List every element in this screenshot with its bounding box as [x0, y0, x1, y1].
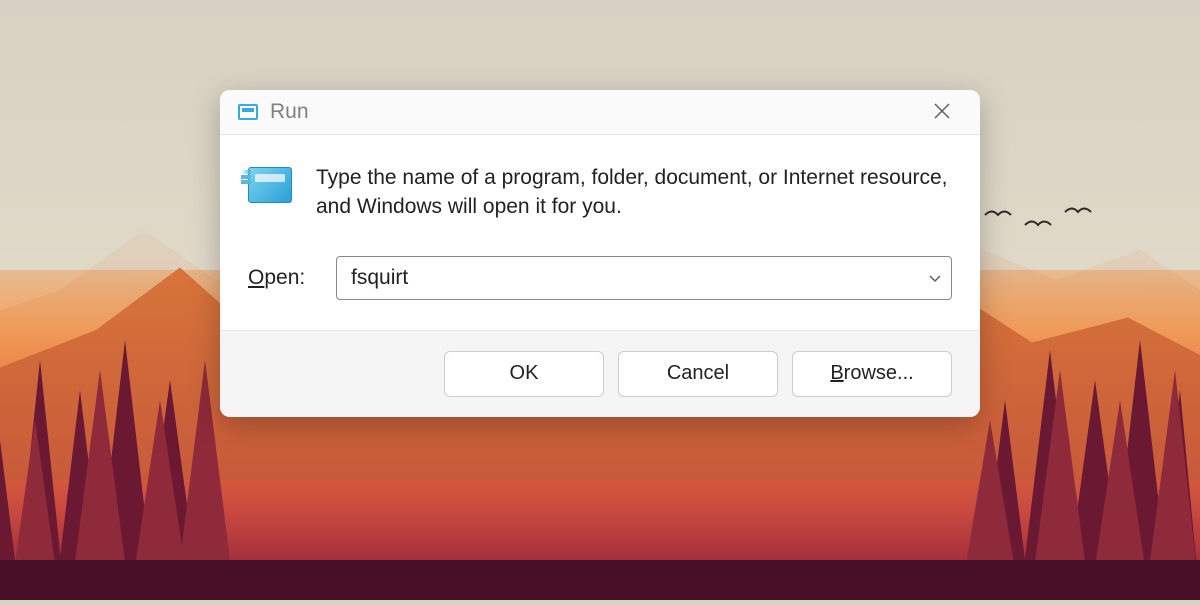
run-dialog: Run Type the name of a program, folder, …: [220, 90, 980, 417]
open-input[interactable]: [351, 266, 929, 290]
ok-button[interactable]: OK: [444, 351, 604, 397]
run-app-icon: [248, 167, 292, 203]
input-row: Open:: [248, 256, 952, 300]
close-icon: [934, 103, 950, 119]
window-title: Run: [270, 100, 309, 124]
dialog-content: Type the name of a program, folder, docu…: [220, 135, 980, 330]
description-row: Type the name of a program, folder, docu…: [248, 163, 952, 222]
open-label: Open:: [248, 266, 316, 290]
desktop-birds: [980, 200, 1100, 246]
titlebar[interactable]: Run: [220, 90, 980, 135]
close-button[interactable]: [922, 101, 962, 123]
cancel-button[interactable]: Cancel: [618, 351, 778, 397]
description-text: Type the name of a program, folder, docu…: [316, 163, 952, 222]
dialog-footer: OK Cancel Browse...: [220, 330, 980, 417]
run-title-icon: [238, 104, 258, 120]
titlebar-left: Run: [238, 100, 309, 124]
open-combobox[interactable]: [336, 256, 952, 300]
browse-button[interactable]: Browse...: [792, 351, 952, 397]
chevron-down-icon[interactable]: [929, 270, 941, 286]
